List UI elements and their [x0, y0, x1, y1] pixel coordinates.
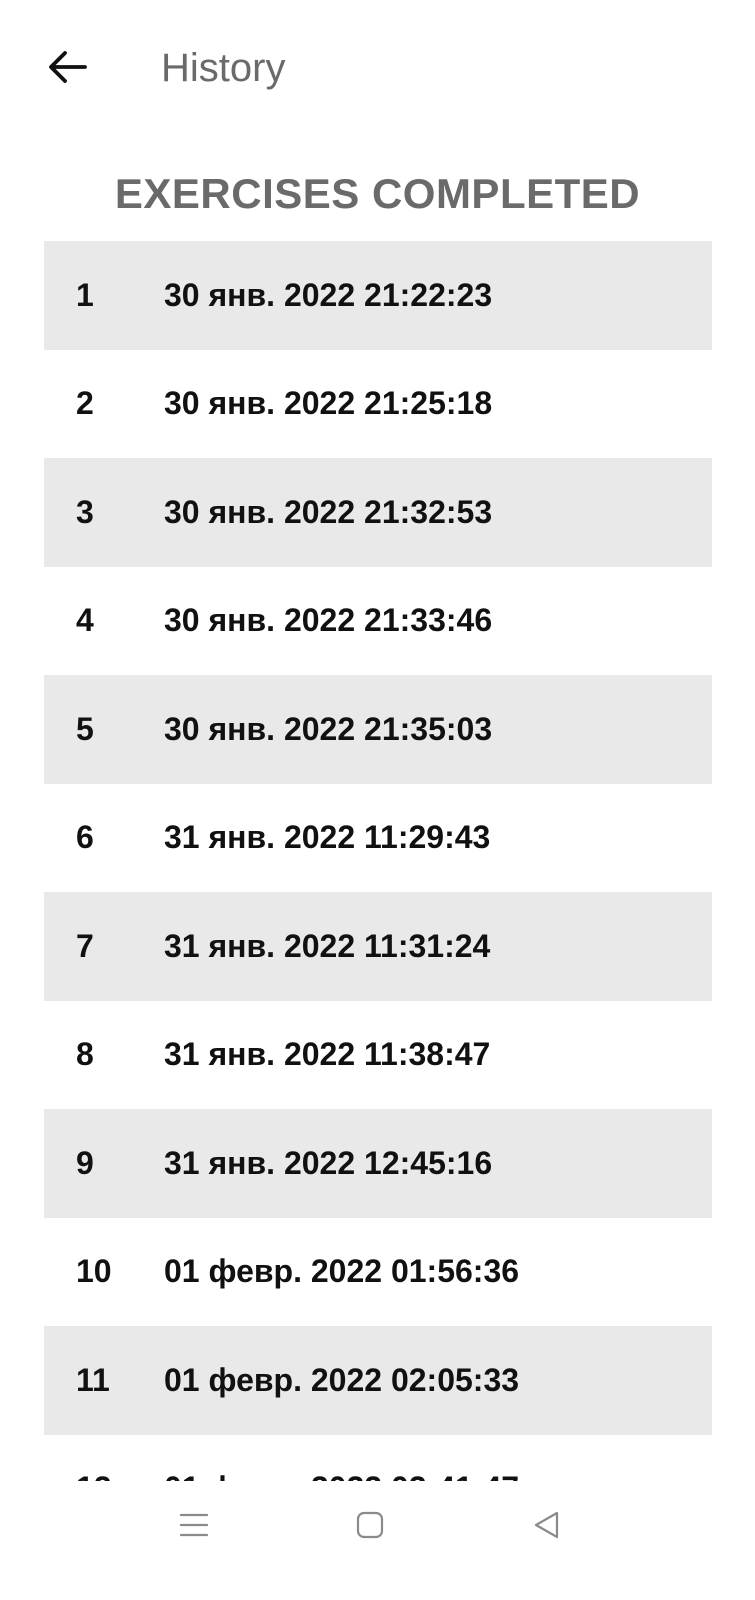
- system-navigation-bar: [0, 1495, 755, 1600]
- item-number: 12: [76, 1470, 152, 1481]
- item-datetime: 30 янв. 2022 21:33:46: [164, 602, 493, 639]
- item-datetime: 31 янв. 2022 11:29:43: [164, 819, 491, 856]
- item-datetime: 01 февр. 2022 02:05:33: [164, 1361, 520, 1398]
- item-number: 2: [76, 385, 94, 422]
- list-item: 9 31 янв. 2022 12:45:16: [44, 1109, 712, 1218]
- item-number: 5: [76, 710, 94, 747]
- item-number: 10: [76, 1253, 112, 1290]
- list-item: 6 31 янв. 2022 11:29:43: [44, 784, 712, 893]
- list-item: 2 30 янв. 2022 21:25:18: [44, 350, 712, 459]
- item-number: 1: [76, 276, 94, 313]
- history-list[interactable]: 1 30 янв. 2022 21:22:23 2 30 янв. 2022 21:2…: [44, 241, 712, 1481]
- list-item: 11 01 февр. 2022 02:05:33: [44, 1326, 712, 1435]
- list-item: 12 01 февр. 2022 02:41:47: [44, 1435, 712, 1481]
- item-datetime: 30 янв. 2022 21:32:53: [164, 493, 493, 530]
- item-number: 6: [76, 819, 94, 856]
- menu-lines-icon: [179, 1513, 209, 1537]
- list-item: 1 30 янв. 2022 21:22:23: [44, 241, 712, 350]
- item-number: 9: [76, 1144, 94, 1181]
- item-number: 11: [76, 1361, 110, 1398]
- app-bar: History: [0, 0, 755, 135]
- recents-button[interactable]: [164, 1495, 224, 1555]
- triangle-back-icon: [534, 1511, 559, 1539]
- list-item: 5 30 янв. 2022 21:35:03: [44, 675, 712, 784]
- item-datetime: 31 янв. 2022 11:31:24: [164, 927, 491, 964]
- item-datetime: 01 февр. 2022 02:41:47: [164, 1470, 519, 1481]
- list-item: 10 01 февр. 2022 01:56:36: [44, 1218, 712, 1327]
- history-list-items: 1 30 янв. 2022 21:22:23 2 30 янв. 2022 21:2…: [44, 241, 712, 1481]
- section-title: EXERCISES COMPLETED: [114, 170, 641, 217]
- list-item: 8 31 янв. 2022 11:38:47: [44, 1001, 712, 1110]
- item-number: 7: [76, 927, 94, 964]
- list-item: 3 30 янв. 2022 21:32:53: [44, 458, 712, 567]
- item-datetime: 01 февр. 2022 01:56:36: [164, 1253, 520, 1290]
- back-button[interactable]: [40, 40, 94, 94]
- square-home-icon: [356, 1511, 384, 1539]
- arrow-left-icon: [49, 51, 87, 83]
- item-datetime: 30 янв. 2022 21:25:18: [164, 385, 493, 422]
- home-button[interactable]: [340, 1495, 400, 1555]
- list-item: 4 30 янв. 2022 21:33:46: [44, 567, 712, 676]
- item-datetime: 30 янв. 2022 21:22:23: [164, 276, 493, 313]
- item-datetime: 31 янв. 2022 12:45:16: [164, 1144, 493, 1181]
- list-item: 7 31 янв. 2022 11:31:24: [44, 892, 712, 1001]
- item-number: 8: [76, 1036, 94, 1073]
- item-number: 4: [76, 602, 94, 639]
- item-datetime: 30 янв. 2022 21:35:03: [164, 710, 493, 747]
- item-datetime: 31 янв. 2022 11:38:47: [164, 1036, 491, 1073]
- page-title: History: [161, 46, 286, 90]
- item-number: 3: [76, 493, 94, 530]
- system-back-button[interactable]: [516, 1495, 576, 1555]
